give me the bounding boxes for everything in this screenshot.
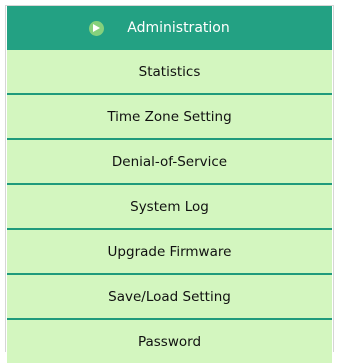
menu-item-label: Upgrade Firmware: [107, 243, 232, 260]
menu-item-statistics[interactable]: Statistics: [7, 50, 332, 93]
menu-item-password[interactable]: Password: [7, 318, 332, 363]
menu-item-save-load-setting[interactable]: Save/Load Setting: [7, 273, 332, 318]
menu-item-denial-of-service[interactable]: Denial-of-Service: [7, 138, 332, 183]
menu-header-administration[interactable]: Administration: [7, 6, 332, 50]
menu-item-label: Time Zone Setting: [107, 108, 232, 125]
menu-item-system-log[interactable]: System Log: [7, 183, 332, 228]
menu-item-label: Denial-of-Service: [111, 153, 228, 170]
play-circle-icon: [89, 20, 105, 36]
menu-item-label: System Log: [130, 198, 209, 215]
menu-item-label: Save/Load Setting: [108, 288, 231, 305]
menu-item-label: Statistics: [138, 63, 201, 80]
menu-items: Statistics Time Zone Setting Denial-of-S…: [7, 50, 332, 363]
menu-item-label: Password: [137, 333, 202, 350]
menu-item-time-zone-setting[interactable]: Time Zone Setting: [7, 93, 332, 138]
menu-item-upgrade-firmware[interactable]: Upgrade Firmware: [7, 228, 332, 273]
admin-menu: Administration Statistics Time Zone Sett…: [5, 5, 334, 363]
menu-header-label: Administration: [127, 20, 230, 36]
